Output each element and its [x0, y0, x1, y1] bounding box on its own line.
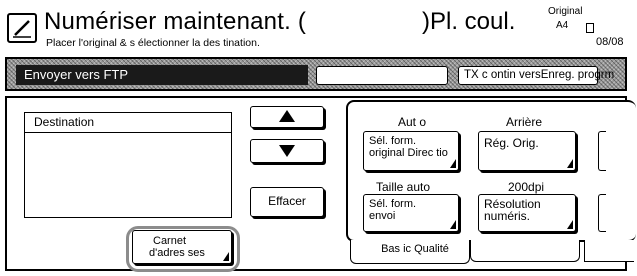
original-size-button[interactable]: Sél. form. original Direc tio	[363, 131, 459, 171]
arrow-up-icon	[279, 110, 295, 122]
more-settings-edge[interactable]	[598, 131, 606, 171]
tab-second[interactable]	[470, 240, 580, 262]
corner-arrow-icon	[223, 252, 229, 261]
corner-arrow-icon	[567, 220, 573, 229]
tab-third[interactable]	[584, 240, 634, 262]
original-size-label-line2: original Direc tio	[369, 147, 448, 159]
scroll-down-button[interactable]	[250, 139, 324, 163]
color-mode-text: )Pl. coul.	[422, 8, 516, 35]
more-settings-edge[interactable]	[598, 194, 606, 232]
original-label: Original	[548, 6, 583, 17]
send-size-label-line1: Sél. form.	[369, 198, 417, 210]
resolution-value-label: 200dpi	[508, 180, 545, 194]
auto-label: Aut o	[398, 115, 427, 129]
send-size-label-line2: envoi	[369, 210, 396, 222]
corner-arrow-icon	[567, 159, 573, 168]
instruction-text: Placer l'original & s électionner la des…	[46, 37, 260, 49]
send-to-field: Envoyer vers FTP	[16, 65, 308, 85]
tab-basic-quality[interactable]: Bas ic Qualité	[350, 240, 470, 264]
destination-count-field	[316, 66, 448, 85]
tx-continue-button[interactable]: TX c ontin versEnreg. progrm	[458, 66, 614, 85]
arrow-down-icon	[279, 145, 295, 157]
scroll-up-button[interactable]	[250, 106, 324, 128]
clear-button[interactable]: Effacer	[250, 187, 324, 217]
edit-icon	[7, 13, 37, 43]
scan-resolution-button[interactable]: Résolution numéris.	[478, 194, 576, 232]
size-auto-label: Taille auto	[376, 180, 431, 194]
document-icon	[586, 23, 594, 33]
scan-resolution-label-line2: numéris.	[484, 209, 531, 223]
corner-arrow-icon	[450, 220, 456, 229]
send-size-button[interactable]: Sél. form. envoi	[363, 194, 459, 232]
original-setup-button[interactable]: Rég. Orig.	[478, 131, 576, 171]
page-title: Numériser maintenant. (	[44, 8, 307, 35]
destination-divider	[25, 132, 231, 133]
corner-arrow-icon	[450, 159, 456, 168]
original-size-label-line1: Sél. form.	[369, 135, 417, 147]
arriere-label: Arrière	[506, 115, 543, 129]
original-setup-label: Rég. Orig.	[484, 136, 539, 150]
original-size: A4	[556, 20, 569, 31]
address-book-button[interactable]: Carnet d'adres ses	[132, 230, 232, 264]
destination-label: Destination	[34, 115, 95, 129]
address-book-label-line2: d'adres ses	[149, 247, 205, 259]
address-book-label-line1: Carnet	[153, 235, 187, 247]
date-text: 08/08	[596, 36, 624, 48]
